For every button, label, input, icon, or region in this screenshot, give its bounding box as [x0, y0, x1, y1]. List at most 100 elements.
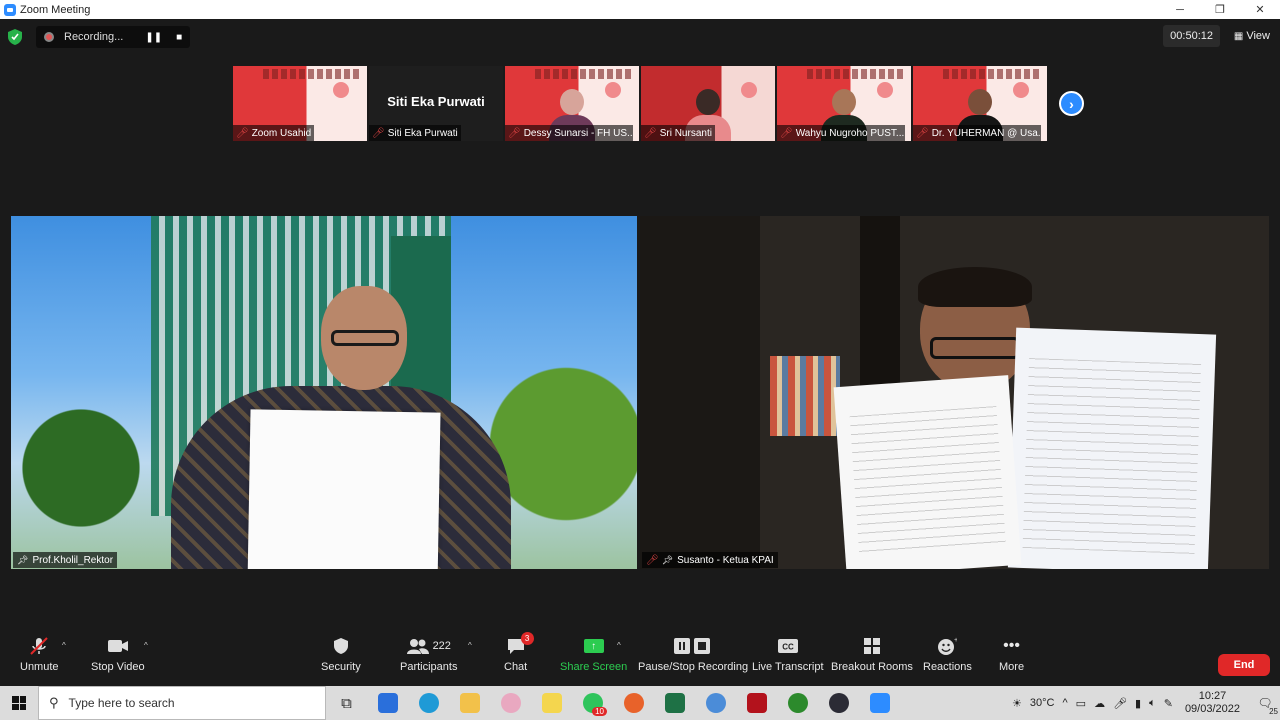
taskbar-clock[interactable]: 10:27 09/03/2022 — [1185, 690, 1240, 716]
onedrive-icon[interactable]: ☁ — [1094, 697, 1105, 710]
stop-recording-icon[interactable]: ■ — [176, 32, 182, 43]
chat-badge: 3 — [520, 632, 534, 645]
share-screen-button[interactable]: ↑ Share Screen — [560, 634, 627, 673]
participant-name: Dessy Sunarsi - FH US... — [523, 127, 633, 139]
breakout-rooms-icon — [863, 634, 881, 658]
notifications-count: 25 — [1269, 707, 1278, 716]
participant-thumbnail[interactable]: Siti Eka Purwati 🎤︎ Siti Eka Purwati — [369, 66, 503, 141]
svg-text:CC: CC — [782, 643, 794, 652]
participant-name: Sri Nursanti — [659, 127, 712, 139]
mic-muted-icon: 🎤︎ — [780, 127, 793, 139]
participants-count: 222 — [432, 640, 451, 652]
live-transcript-button[interactable]: CC Live Transcript — [752, 634, 824, 673]
participants-button[interactable]: 222 Participants — [400, 634, 457, 673]
more-button[interactable]: ••• More — [999, 634, 1024, 673]
recording-indicator: Recording... ❚❚ ■ — [36, 26, 191, 48]
meeting-toolbar: Unmute ^ Stop Video ^ Security 222 Parti… — [0, 626, 1280, 686]
security-button[interactable]: Security — [321, 634, 361, 673]
video-options-caret-icon[interactable]: ^ — [144, 641, 148, 650]
minimize-button[interactable]: ─ — [1160, 0, 1200, 19]
participant-thumbnail[interactable]: 🎤︎ Dr. YUHERMAN @ Usa... — [913, 66, 1047, 141]
windows-logo-icon — [12, 696, 26, 710]
battery-icon[interactable]: ▮ — [1135, 697, 1141, 710]
zoom-app-icon — [4, 3, 16, 16]
sticky-notes-icon[interactable] — [531, 686, 572, 720]
windows-taskbar: ⚲ Type here to search ⧉ 10 ☀ 30°C ^ ▭ ☁ … — [0, 686, 1280, 720]
start-button[interactable] — [0, 686, 38, 720]
search-placeholder: Type here to search — [68, 696, 175, 710]
participant-thumbnail[interactable]: 🎤︎ Zoom Usahid — [233, 66, 367, 141]
file-explorer-icon[interactable] — [449, 686, 490, 720]
reactions-button[interactable]: + Reactions — [923, 634, 972, 673]
mail-icon[interactable] — [367, 686, 408, 720]
breakout-rooms-button[interactable]: Breakout Rooms — [831, 634, 913, 673]
participants-options-caret-icon[interactable]: ^ — [468, 641, 472, 650]
chat-icon: 3 — [506, 632, 534, 658]
security-shield-icon[interactable] — [6, 28, 24, 46]
next-page-arrow-icon[interactable]: › — [1059, 91, 1084, 116]
mic-muted-icon: 🎤︎ — [508, 127, 521, 139]
participant-name: Susanto - Ketua KPAI — [677, 554, 774, 566]
svg-text:+: + — [954, 637, 957, 644]
pause-recording-icon[interactable]: ❚❚ — [145, 32, 162, 43]
paint-icon[interactable] — [490, 686, 531, 720]
video-tile-susanto[interactable]: 🎤︎ 📌︎ Susanto - Ketua KPAI — [640, 216, 1269, 569]
view-label: View — [1246, 30, 1270, 42]
chat-button[interactable]: 3 Chat — [504, 632, 534, 673]
mic-muted-icon: 🎤︎ — [372, 127, 385, 139]
temperature[interactable]: 30°C — [1030, 697, 1055, 709]
unmute-button[interactable]: Unmute — [20, 634, 59, 673]
video-camera-icon — [107, 634, 129, 658]
smiley-icon: + — [937, 634, 957, 658]
pin-icon: 📌︎ — [17, 554, 29, 565]
view-button[interactable]: ▦ View — [1230, 25, 1274, 47]
edge-icon[interactable] — [408, 686, 449, 720]
video-tile-rektor[interactable]: 📌︎ Prof.Kholil_Rektor — [11, 216, 637, 569]
firefox-icon[interactable] — [613, 686, 654, 720]
participant-name: Wahyu Nugroho PUST... — [795, 127, 905, 139]
mic-muted-icon: 🎤︎ — [236, 127, 249, 139]
pen-icon[interactable]: ✎ — [1164, 697, 1173, 710]
participant-thumbnail[interactable]: 🎤︎ Sri Nursanti — [641, 66, 775, 141]
notifications-icon[interactable]: 🗨︎ 25 — [1250, 686, 1280, 720]
restore-button[interactable]: ❐ — [1200, 0, 1240, 19]
mic-muted-icon — [28, 634, 50, 658]
participant-name: Prof.Kholil_Rektor — [32, 554, 114, 566]
window-titlebar: Zoom Meeting ─ ❐ ✕ — [0, 0, 1280, 19]
whatsapp-icon[interactable]: 10 — [572, 686, 613, 720]
close-button[interactable]: ✕ — [1240, 0, 1280, 19]
network-icon[interactable]: ▭ — [1076, 697, 1086, 710]
mic-muted-icon: 🎤︎ — [916, 127, 929, 139]
zoom-taskbar-icon[interactable] — [859, 686, 900, 720]
grid-view-icon: ▦ — [1233, 30, 1244, 42]
audio-options-caret-icon[interactable]: ^ — [62, 641, 66, 650]
shield-icon — [333, 634, 349, 658]
participant-name: Siti Eka Purwati — [387, 127, 458, 139]
weather-icon[interactable]: ☀ — [1012, 697, 1022, 710]
pin-icon: 📌︎ — [661, 554, 674, 565]
recording-label: Recording... — [64, 31, 124, 43]
pause-stop-recording-button[interactable]: Pause/Stop Recording — [638, 634, 748, 673]
microphone-icon[interactable]: 🎤︎ — [1113, 697, 1127, 710]
mic-muted-icon: 🎤︎ — [644, 127, 657, 139]
participant-thumbnail[interactable]: 🎤︎ Dessy Sunarsi - FH US... — [505, 66, 639, 141]
excel-icon[interactable] — [654, 686, 695, 720]
taskbar-search[interactable]: ⚲ Type here to search — [38, 686, 326, 720]
task-view-icon[interactable]: ⧉ — [326, 686, 367, 720]
share-options-caret-icon[interactable]: ^ — [617, 641, 621, 650]
participants-icon: 222 — [406, 634, 451, 658]
document-paper — [1007, 327, 1217, 569]
browser-icon[interactable] — [695, 686, 736, 720]
system-tray: ☀ 30°C ^ ▭ ☁ 🎤︎ ▮ 🔈︎ ✎ 10:27 09/03/2022 … — [1008, 686, 1280, 720]
volume-icon[interactable]: 🔈︎ — [1149, 697, 1156, 710]
xbox-icon[interactable] — [777, 686, 818, 720]
meeting-timer: 00:50:12 — [1163, 25, 1220, 47]
app-red-icon[interactable] — [736, 686, 777, 720]
end-meeting-button[interactable]: End — [1218, 654, 1270, 676]
stop-video-button[interactable]: Stop Video — [91, 634, 145, 673]
participant-thumbnail[interactable]: 🎤︎ Wahyu Nugroho PUST... — [777, 66, 911, 141]
whatsapp-badge: 10 — [592, 707, 607, 716]
search-icon: ⚲ — [49, 695, 59, 710]
speedometer-icon[interactable] — [818, 686, 859, 720]
show-hidden-icons-icon[interactable]: ^ — [1063, 697, 1068, 709]
